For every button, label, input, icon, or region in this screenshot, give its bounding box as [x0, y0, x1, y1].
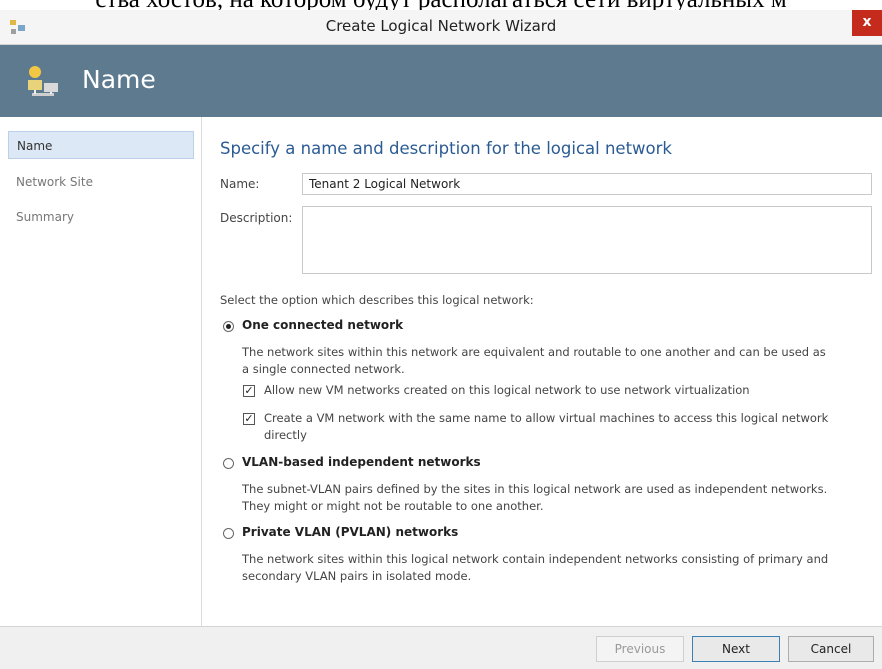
wizard-steps-sidebar: Name Network Site Summary — [0, 117, 202, 626]
checkbox-label-line: directly — [264, 428, 307, 442]
option-label-private-vlan: Private VLAN (PVLAN) networks — [242, 525, 459, 539]
radio-private-vlan[interactable] — [223, 528, 234, 539]
page-title: Name — [82, 65, 156, 94]
logical-network-icon — [28, 66, 58, 96]
description-label: Description: — [220, 211, 293, 225]
option-label-one-connected: One connected network — [242, 318, 404, 332]
wizard-header: Name — [0, 45, 882, 117]
cancel-button[interactable]: Cancel — [788, 636, 874, 662]
wizard-footer: Previous Next Cancel — [0, 626, 882, 669]
checkbox-label-network-virtualization: Allow new VM networks created on this lo… — [264, 383, 750, 397]
option-description-one-connected: The network sites within this network ar… — [242, 344, 826, 378]
checkbox-label-create-vm-network: Create a VM network with the same name t… — [264, 410, 828, 444]
name-field[interactable]: Tenant 2 Logical Network — [302, 173, 872, 195]
wizard-content: Specify a name and description for the l… — [202, 117, 882, 626]
checkbox-network-virtualization[interactable]: ✓ — [243, 385, 255, 397]
name-label: Name: — [220, 177, 260, 191]
checkbox-label-line: Create a VM network with the same name t… — [264, 411, 829, 425]
description-line: secondary VLAN pairs in isolated mode. — [242, 569, 472, 583]
close-button[interactable]: x — [852, 10, 882, 36]
checkmark-icon: ✓ — [244, 412, 254, 425]
window-title: Create Logical Network Wizard — [325, 17, 557, 35]
window-titlebar: Create Logical Network Wizard x — [0, 10, 882, 45]
sidebar-item-summary[interactable]: Summary — [8, 203, 194, 231]
option-description-vlan-based: The subnet-VLAN pairs defined by the sit… — [242, 481, 827, 515]
previous-button[interactable]: Previous — [596, 636, 684, 662]
description-line: The network sites within this logical ne… — [242, 552, 829, 566]
radio-vlan-based-independent[interactable] — [223, 458, 234, 469]
sidebar-item-name[interactable]: Name — [8, 131, 194, 159]
description-line: The network sites within this network ar… — [242, 345, 826, 359]
description-line: a single connected network. — [242, 362, 405, 376]
radio-one-connected-network[interactable] — [223, 321, 234, 332]
checkbox-create-vm-network[interactable]: ✓ — [243, 413, 255, 425]
option-description-private-vlan: The network sites within this logical ne… — [242, 551, 828, 585]
description-line: They might or might not be routable to o… — [242, 499, 544, 513]
close-icon: x — [862, 14, 872, 30]
section-heading: Specify a name and description for the l… — [220, 139, 672, 158]
description-field[interactable] — [302, 206, 872, 274]
description-line: The subnet-VLAN pairs defined by the sit… — [242, 482, 828, 496]
option-label-vlan-based: VLAN-based independent networks — [242, 455, 481, 469]
next-button[interactable]: Next — [692, 636, 780, 662]
sidebar-item-network-site[interactable]: Network Site — [8, 168, 194, 196]
option-prompt: Select the option which describes this l… — [220, 293, 534, 307]
checkmark-icon: ✓ — [244, 384, 254, 397]
